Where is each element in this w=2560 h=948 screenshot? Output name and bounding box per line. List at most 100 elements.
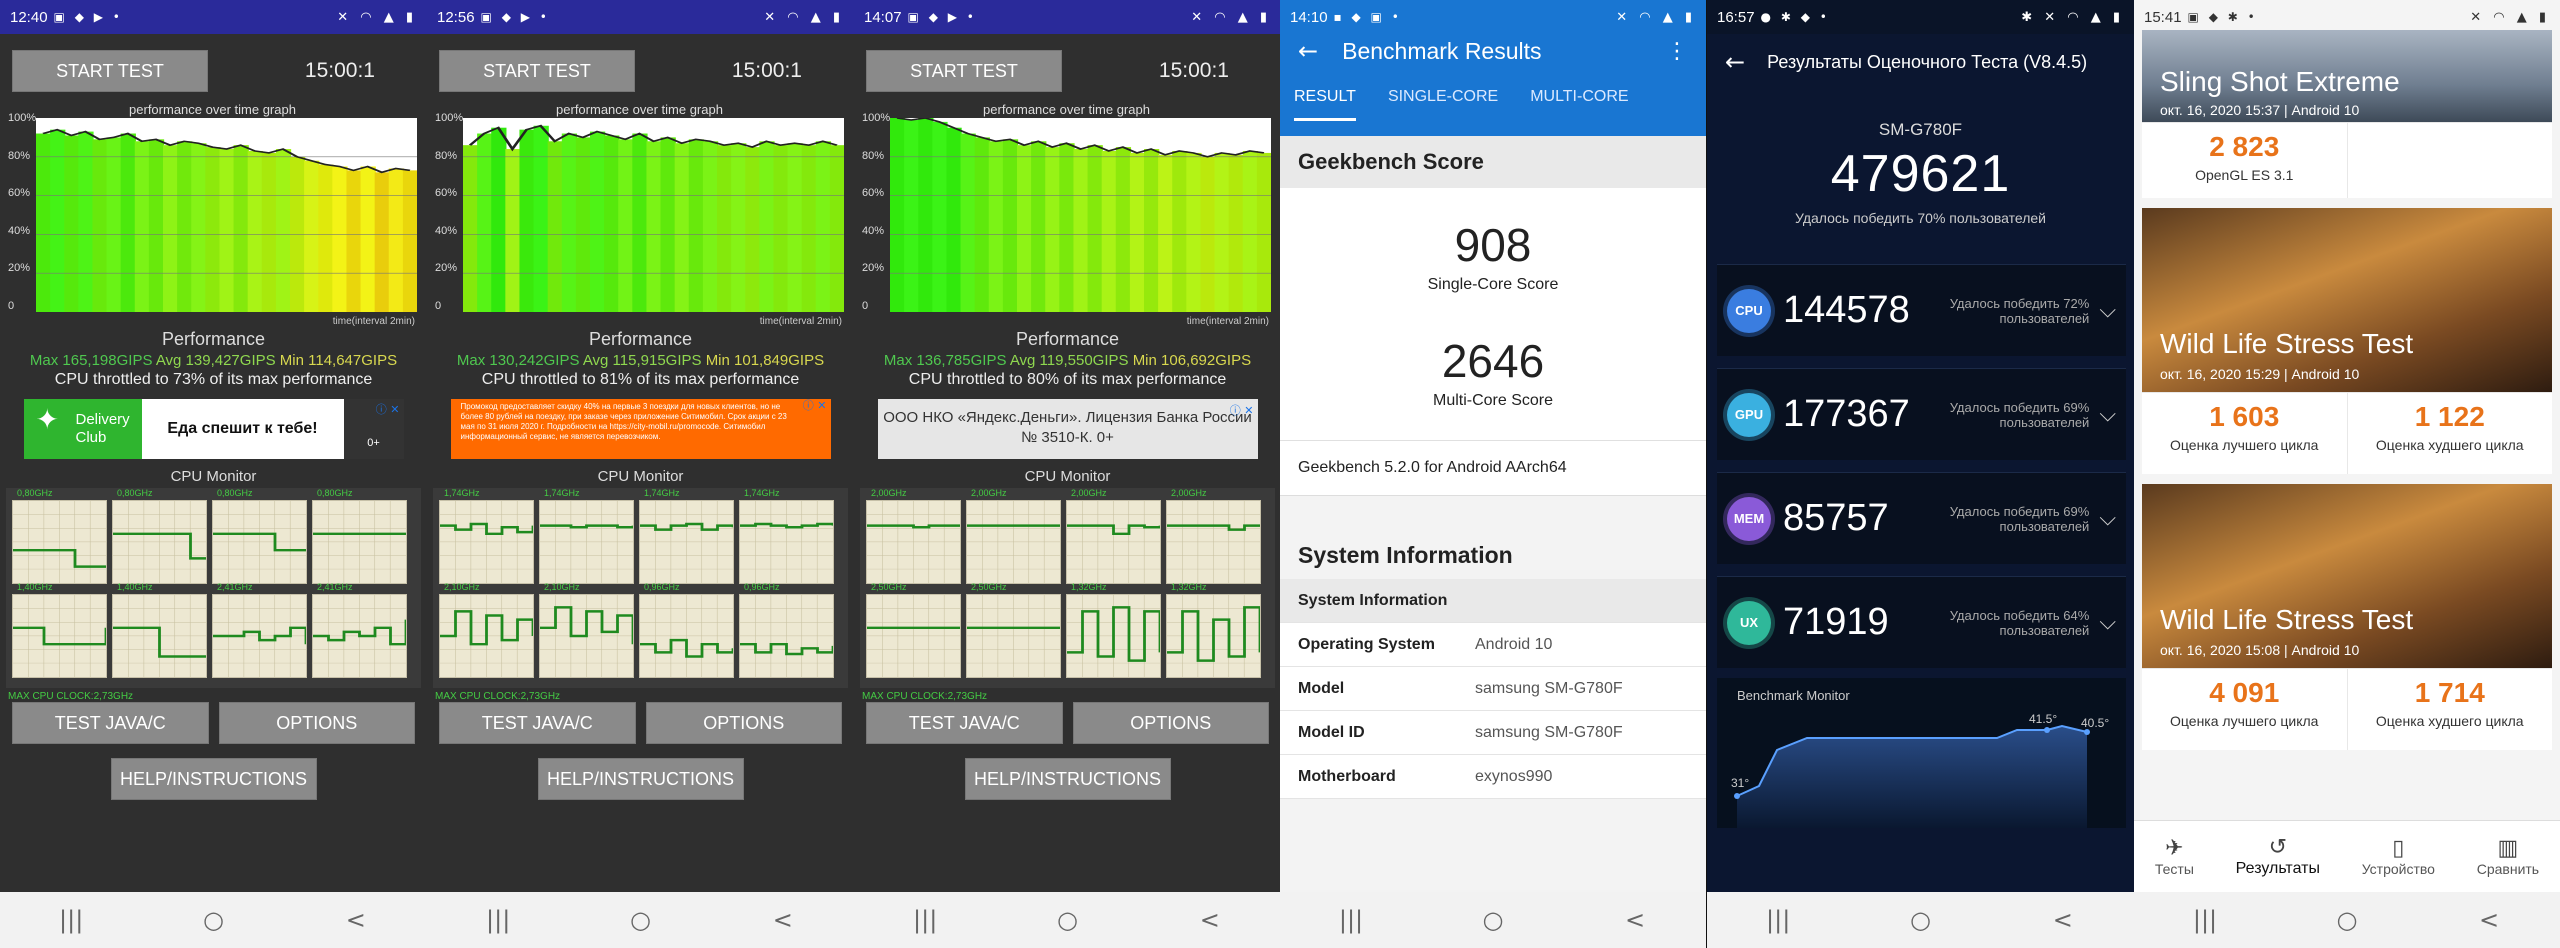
home-icon[interactable]: ○ (1037, 906, 1097, 934)
multi-core-score: 2646 (1441, 335, 1545, 387)
home-icon[interactable]: ○ (2317, 906, 2377, 934)
recents-icon[interactable]: ||| (468, 906, 528, 934)
system-nav-bar: ||| ○ < (1280, 892, 1706, 948)
x-axis-label: time(interval 2min) (759, 316, 842, 327)
status-time: 12:56 (437, 8, 475, 26)
ad-logo: ✦ Delivery Club (23, 399, 142, 459)
ad-info-icon[interactable]: ⓘ ✕ (1230, 401, 1254, 421)
start-test-button[interactable]: START TEST (12, 49, 208, 92)
cpu-core-graph: 0,80GHz (212, 488, 307, 584)
performance-bar (1087, 145, 1103, 312)
chevron-down-icon[interactable]: ⌵ (2099, 298, 2116, 323)
chevron-down-icon[interactable]: ⌵ (2099, 402, 2116, 427)
system-info-header: System Information (1280, 579, 1706, 623)
home-icon[interactable]: ○ (610, 906, 670, 934)
temp-peak-label: 41.5° (2029, 712, 2058, 726)
nav-tab-3[interactable]: ▥ Сравнить (2477, 836, 2539, 877)
score-label: OpenGL ES 3.1 (2195, 167, 2294, 183)
core-load-line (113, 626, 206, 658)
score-label: Оценка худшего цикла (2375, 437, 2524, 453)
graph-plot-area (463, 118, 844, 312)
core-load-chart (1067, 595, 1162, 677)
back-icon[interactable]: < (1180, 906, 1240, 934)
back-icon[interactable]: < (2033, 906, 2093, 934)
recents-icon[interactable]: ||| (41, 906, 101, 934)
performance-stats: Max 165,198GIPS Avg 139,427GIPS Min 114,… (0, 352, 427, 369)
performance-bar (759, 141, 775, 312)
ad-info-icon[interactable]: ⓘ ✕ (803, 400, 827, 411)
nav-tab-2[interactable]: ▯ Устройство (2362, 836, 2435, 877)
back-icon[interactable]: < (753, 906, 813, 934)
recents-icon[interactable]: ||| (2175, 906, 2235, 934)
test-java-c-button[interactable]: TEST JAVA/C (866, 702, 1063, 744)
system-nav-bar: ||| ○ < (854, 892, 1281, 948)
help-instructions-button[interactable]: HELP/INSTRUCTIONS (537, 758, 744, 800)
tab-result[interactable]: RESULT (1294, 88, 1356, 121)
performance-chart (890, 118, 1271, 312)
score-cell: 4 091 Оценка лучшего цикла (2142, 669, 2347, 750)
nav-tab-1[interactable]: ↺ Результаты (2236, 835, 2320, 878)
recents-icon[interactable]: ||| (1748, 906, 1808, 934)
home-icon[interactable]: ○ (1890, 906, 1950, 934)
graph-plot-area (36, 118, 417, 312)
performance-bar (1228, 154, 1244, 312)
options-button[interactable]: OPTIONS (645, 702, 842, 744)
help-instructions-button[interactable]: HELP/INSTRUCTIONS (964, 758, 1171, 800)
core-load-line (740, 522, 835, 529)
max-gips: Max 136,785GIPS (883, 352, 1007, 369)
y-tick-label: 60% (435, 187, 458, 199)
recents-icon[interactable]: ||| (895, 906, 955, 934)
score-row: 4 091 Оценка лучшего цикла 1 714 Оценка худ… (2142, 668, 2552, 750)
recents-icon[interactable]: ||| (1321, 906, 1381, 934)
start-test-button[interactable]: START TEST (439, 49, 635, 92)
y-tick-label: 40% (8, 224, 31, 237)
ad-info-icon[interactable]: ⓘ ✕ (376, 401, 400, 417)
nav-tab-0[interactable]: ✈ Тесты (2155, 836, 2194, 877)
results-icon: ↺ (2268, 835, 2288, 860)
table-row: Motherboard exynos990 (1280, 755, 1706, 799)
performance-graph: performance over time graph 100% 80% 60% 40%… (8, 102, 417, 327)
core-load-chart (1167, 501, 1260, 583)
back-icon[interactable]: < (326, 906, 386, 934)
chevron-down-icon[interactable]: ⌵ (2099, 610, 2116, 635)
test-java-c-button[interactable]: TEST JAVA/C (12, 702, 209, 744)
cpu-core-graph: 1,74GHz (739, 488, 835, 584)
score-row[interactable]: GPU 177367 Удалось победить 69% пользовате… (1717, 368, 2126, 460)
result-card[interactable]: Sling Shot Extreme окт. 16, 2020 15:37 | … (2142, 30, 2552, 198)
ad-banner[interactable]: ООО НКО «Яндекс.Деньги». Лицензия Банка … (877, 399, 1258, 459)
performance-bar (1214, 152, 1230, 312)
avg-gips: Avg 119,550GIPS (1009, 352, 1129, 369)
score-row[interactable]: UX 71919 Удалось победить 64% пользователе… (1717, 576, 2126, 668)
score-row[interactable]: MEM 85757 Удалось победить 69% пользовател… (1717, 472, 2126, 564)
score-section-header: Geekbench Score (1280, 136, 1706, 188)
more-menu-icon[interactable]: ⋮ (1666, 39, 1688, 64)
result-card[interactable]: Wild Life Stress Test окт. 16, 2020 15:08… (2142, 484, 2552, 750)
performance-bar (346, 170, 362, 312)
nav-tab-label: Сравнить (2476, 861, 2540, 877)
performance-title: Performance (588, 329, 693, 349)
help-instructions-button[interactable]: HELP/INSTRUCTIONS (110, 758, 317, 800)
core-frequency: 2,00GHz (871, 488, 907, 498)
test-java-c-button[interactable]: TEST JAVA/C (439, 702, 636, 744)
result-card[interactable]: Wild Life Stress Test окт. 16, 2020 15:29… (2142, 208, 2552, 474)
home-icon[interactable]: ○ (1463, 906, 1523, 934)
back-arrow-icon[interactable]: ← (1725, 48, 1745, 76)
chevron-down-icon[interactable]: ⌵ (2099, 506, 2116, 531)
tab-multi-core[interactable]: MULTI-CORE (1530, 88, 1628, 121)
notification-icons: ● ✱ ◆ • (1760, 10, 1830, 24)
performance-bar (1002, 139, 1019, 312)
options-button[interactable]: OPTIONS (218, 702, 415, 744)
back-icon[interactable]: < (2459, 906, 2519, 934)
ad-logo-icon: ✦ (35, 404, 59, 435)
ad-banner[interactable]: ✦ Delivery Club Еда спешит к тебе! 0+ ⓘ ✕ (23, 399, 404, 459)
back-icon[interactable]: < (1605, 906, 1665, 934)
home-icon[interactable]: ○ (183, 906, 243, 934)
category-badge-icon: MEM (1727, 496, 1771, 541)
core-load-chart (540, 501, 635, 583)
start-test-button[interactable]: START TEST (866, 49, 1062, 92)
score-row[interactable]: CPU 144578 Удалось победить 72% пользовате… (1717, 264, 2126, 356)
tab-single-core[interactable]: SINGLE-CORE (1388, 88, 1498, 121)
options-button[interactable]: OPTIONS (1072, 702, 1269, 744)
ad-banner[interactable]: Промокод предоставляет скидку 40% на пер… (450, 399, 831, 459)
back-arrow-icon[interactable]: ← (1298, 37, 1318, 65)
